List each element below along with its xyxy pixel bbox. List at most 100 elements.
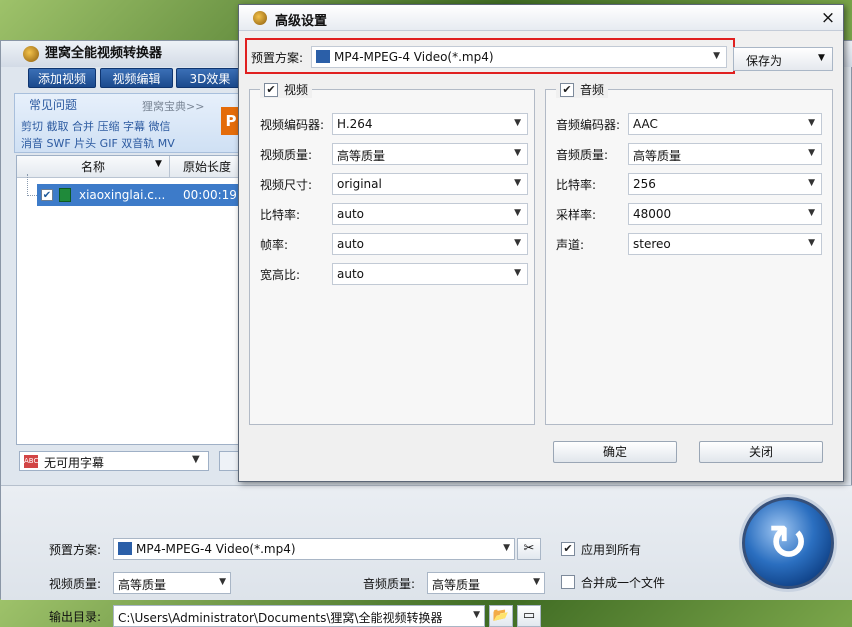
video-group: ✔ 视频 视频编码器: H.264 ▼ 视频质量: 高等质量 ▼ 视频尺寸: ori…	[249, 81, 535, 425]
preset-row-highlight: 预置方案: MP4-MPEG-4 Video(*.mp4) ▼	[245, 38, 735, 74]
bottom-video-quality-value: 高等质量	[118, 578, 167, 592]
chevron-down-icon[interactable]: ▼	[808, 208, 815, 218]
bottom-preset-select[interactable]: MP4-MPEG-4 Video(*.mp4) ▼	[113, 538, 515, 560]
bottom-preset-text: MP4-MPEG-4 Video(*.mp4)	[136, 542, 296, 556]
faq-more-link[interactable]: 狸窝宝典>>	[142, 98, 204, 114]
aspect-ratio-select[interactable]: auto ▼	[332, 263, 528, 285]
audio-group-title: 音频	[580, 83, 605, 97]
settings-tools-button[interactable]: ✂	[517, 538, 541, 560]
chevron-down-icon[interactable]: ▼	[808, 148, 815, 158]
bottom-preset-value: MP4-MPEG-4 Video(*.mp4)	[118, 542, 296, 556]
merge-one-checkbox[interactable]	[561, 575, 575, 589]
table-row[interactable]: ✔ xiaoxinglai.c... 00:00:19	[37, 184, 243, 206]
chevron-down-icon[interactable]: ▼	[808, 238, 815, 248]
output-dir-select[interactable]: C:\Users\Administrator\Documents\狸窝\全能视频…	[113, 605, 485, 627]
video-bitrate-label: 比特率:	[260, 208, 301, 222]
channel-select[interactable]: stereo ▼	[628, 233, 822, 255]
app-logo-icon	[23, 46, 39, 62]
video-bitrate-select[interactable]: auto ▼	[332, 203, 528, 225]
save-as-label: 保存为	[746, 54, 783, 68]
subtitle-value: 无可用字幕	[44, 456, 105, 470]
audio-quality-label: 音频质量:	[556, 148, 609, 162]
chevron-down-icon[interactable]: ▼	[514, 208, 521, 218]
faq-title[interactable]: 常见问题	[29, 96, 77, 113]
chevron-down-icon[interactable]: ▼	[192, 454, 200, 465]
video-size-value: original	[337, 177, 382, 191]
file-checkbox[interactable]: ✔	[41, 189, 53, 201]
subtitle-icon: ABC	[24, 455, 38, 468]
apply-all-checkbox[interactable]: ✔	[561, 542, 575, 556]
apply-all-label: 应用到所有	[581, 543, 642, 557]
video-format-icon	[316, 50, 330, 63]
video-format-icon	[118, 542, 132, 555]
frame-rate-select[interactable]: auto ▼	[332, 233, 528, 255]
chevron-down-icon[interactable]: ▼	[503, 543, 510, 553]
tree-line	[27, 174, 37, 196]
chevron-down-icon[interactable]: ▼	[514, 118, 521, 128]
preset-select[interactable]: MP4-MPEG-4 Video(*.mp4) ▼	[311, 46, 727, 68]
sort-arrow-icon[interactable]: ▼	[155, 159, 162, 169]
channel-value: stereo	[633, 237, 671, 251]
bottom-video-quality-select[interactable]: 高等质量 ▼	[113, 572, 231, 594]
aspect-ratio-label: 宽高比:	[260, 268, 301, 282]
video-size-select[interactable]: original ▼	[332, 173, 528, 195]
folder-icon[interactable]: 📂	[489, 605, 513, 627]
video-quality-select[interactable]: 高等质量 ▼	[332, 143, 528, 165]
video-codec-value: H.264	[337, 117, 373, 131]
output-dir-value: C:\Users\Administrator\Documents\狸窝\全能视频…	[118, 611, 443, 625]
chevron-down-icon[interactable]: ▼	[514, 238, 521, 248]
tab-3d-effect[interactable]: 3D效果	[176, 68, 244, 88]
chevron-down-icon[interactable]: ▼	[818, 53, 825, 63]
audio-codec-select[interactable]: AAC ▼	[628, 113, 822, 135]
video-group-header: ✔ 视频	[260, 81, 313, 98]
ok-button[interactable]: 确定	[553, 441, 677, 463]
chevron-down-icon[interactable]: ▼	[713, 51, 720, 61]
close-icon[interactable]: ×	[817, 7, 839, 29]
faq-links-row2[interactable]: 消音 SWF 片头 GIF 双音轨 MV	[21, 135, 175, 151]
column-name-header[interactable]: 名称	[17, 156, 170, 178]
chevron-down-icon[interactable]: ▼	[514, 268, 521, 278]
bottom-audio-quality-label: 音频质量:	[363, 577, 416, 591]
chevron-down-icon[interactable]: ▼	[473, 610, 480, 620]
faq-links-row1[interactable]: 剪切 截取 合并 压缩 字幕 微信	[21, 118, 170, 134]
chevron-down-icon[interactable]: ▼	[808, 178, 815, 188]
audio-quality-select[interactable]: 高等质量 ▼	[628, 143, 822, 165]
convert-button[interactable]: ↻	[742, 497, 834, 589]
dialog-titlebar: 高级设置 ×	[239, 5, 843, 31]
open-folder-icon[interactable]: ▭	[517, 605, 541, 627]
audio-bitrate-label: 比特率:	[556, 178, 597, 192]
save-as-button[interactable]: 保存为 ▼	[733, 47, 833, 71]
channel-label: 声道:	[556, 238, 585, 252]
preset-text: MP4-MPEG-4 Video(*.mp4)	[334, 50, 494, 64]
audio-bitrate-select[interactable]: 256 ▼	[628, 173, 822, 195]
audio-group-header: ✔ 音频	[556, 81, 609, 98]
file-name: xiaoxinglai.c...	[79, 188, 166, 202]
audio-codec-value: AAC	[633, 117, 658, 131]
faq-panel: 常见问题 狸窝宝典>> 剪切 截取 合并 压缩 字幕 微信 消音 SWF 片头 …	[14, 93, 240, 153]
app-logo-icon	[253, 11, 267, 25]
close-button[interactable]: 关闭	[699, 441, 823, 463]
video-quality-value: 高等质量	[337, 149, 386, 163]
tab-add-video[interactable]: 添加视频	[28, 68, 96, 88]
tab-video-edit[interactable]: 视频编辑	[100, 68, 173, 88]
column-duration-header[interactable]: 原始长度	[171, 156, 243, 178]
chevron-down-icon[interactable]: ▼	[808, 118, 815, 128]
audio-group: ✔ 音频 音频编码器: AAC ▼ 音频质量: 高等质量 ▼ 比特率: 256 ▼ 采…	[545, 81, 833, 425]
subtitle-extra-button[interactable]	[219, 451, 239, 471]
chevron-down-icon[interactable]: ▼	[514, 148, 521, 158]
preset-value: MP4-MPEG-4 Video(*.mp4)	[316, 50, 494, 64]
chevron-down-icon[interactable]: ▼	[219, 577, 226, 587]
advanced-settings-dialog: 高级设置 × 预置方案: MP4-MPEG-4 Video(*.mp4) ▼ 保…	[238, 4, 844, 482]
sample-rate-select[interactable]: 48000 ▼	[628, 203, 822, 225]
video-enable-checkbox[interactable]: ✔	[264, 82, 278, 97]
chevron-down-icon[interactable]: ▼	[533, 577, 540, 587]
video-group-title: 视频	[284, 83, 309, 97]
subtitle-select[interactable]: ABC 无可用字幕 ▼	[19, 451, 209, 471]
video-codec-select[interactable]: H.264 ▼	[332, 113, 528, 135]
video-codec-label: 视频编码器:	[260, 118, 325, 132]
file-list-header: 名称 ▼ 原始长度	[17, 156, 243, 178]
chevron-down-icon[interactable]: ▼	[514, 178, 521, 188]
bottom-audio-quality-select[interactable]: 高等质量 ▼	[427, 572, 545, 594]
sample-rate-value: 48000	[633, 207, 672, 221]
audio-enable-checkbox[interactable]: ✔	[560, 82, 574, 97]
